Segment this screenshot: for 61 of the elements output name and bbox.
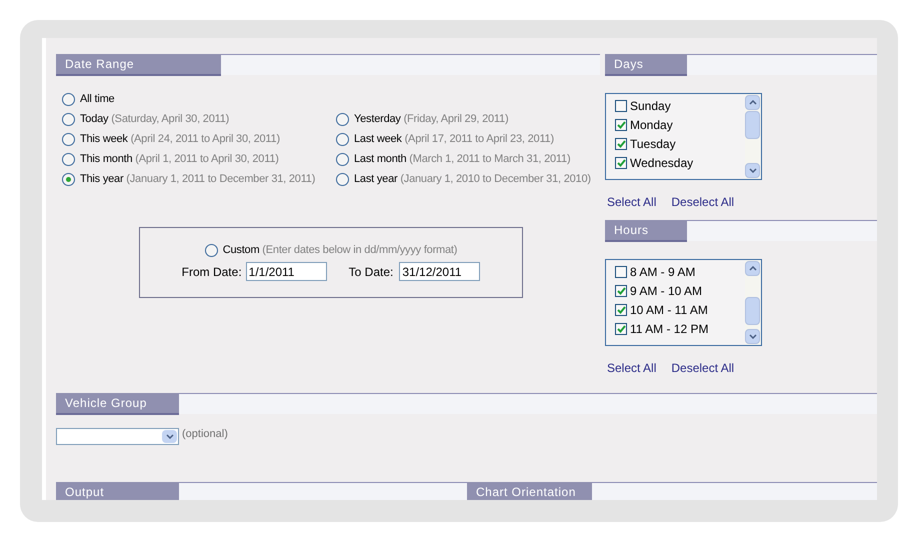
checkbox[interactable] <box>615 156 627 168</box>
checkbox-label: Wednesday <box>630 154 694 172</box>
select-all-link[interactable]: Select All <box>607 193 656 211</box>
option-label: Last week (April 17, 2011 to April 23, 2011) <box>354 132 554 147</box>
radio-button[interactable] <box>336 172 349 186</box>
scroll-down-icon[interactable] <box>745 329 760 344</box>
option-label: This year (January 1, 2011 to December 31, 2011) <box>80 172 316 187</box>
section-header: Days <box>605 54 687 76</box>
to-date-label: To Date: <box>348 264 394 280</box>
option-label: Yesterday (Friday, April 29, 2011) <box>354 112 508 127</box>
section-header: Chart Orientation <box>467 482 592 500</box>
option-label: This month (April 1, 2011 to April 30, 2011) <box>80 152 279 167</box>
radio-button[interactable] <box>62 112 75 126</box>
scroll-thumb[interactable] <box>745 297 760 325</box>
option-label: Custom (Enter dates below in dd/mm/yyyy format) <box>222 242 458 258</box>
deselect-all-link[interactable]: Deselect All <box>671 359 734 377</box>
checkbox-label: Sunday <box>630 98 671 114</box>
select-all-link[interactable]: Select All <box>607 359 656 377</box>
vehicle-group-dropdown[interactable] <box>56 428 179 445</box>
scroll-thumb[interactable] <box>745 111 760 139</box>
checkbox[interactable] <box>615 322 627 334</box>
checkbox-label: 11 AM - 12 PM <box>630 320 708 338</box>
checkbox-label: 8 AM - 9 AM <box>630 264 696 280</box>
option-label: This week (April 24, 2011 to April 30, 2011) <box>80 132 280 147</box>
option-label: Last month (March 1, 2011 to March 31, 2011) <box>354 152 570 167</box>
to-date-field[interactable]: 31/12/2011 <box>399 262 480 281</box>
radio-button[interactable] <box>62 172 75 186</box>
option-label: Today (Saturday, April 30, 2011) <box>80 112 230 127</box>
from-date-label: From Date: <box>182 264 242 280</box>
checkbox[interactable] <box>615 118 627 130</box>
checkbox[interactable] <box>615 100 627 112</box>
from-date-field[interactable]: 1/1/2011 <box>246 262 327 281</box>
checkbox-label: 10 AM - 11 AM <box>630 302 708 318</box>
scroll-down-icon[interactable] <box>745 163 760 178</box>
section-header: Date Range <box>56 54 221 76</box>
optional-note: (optional) <box>182 427 228 442</box>
checkbox[interactable] <box>615 266 627 278</box>
option-label: All time <box>80 92 114 107</box>
checkbox[interactable] <box>615 138 627 150</box>
checkbox[interactable] <box>615 284 627 296</box>
scrollbar[interactable] <box>745 260 761 345</box>
radio-button[interactable] <box>62 152 75 166</box>
scrollbar[interactable] <box>745 94 761 179</box>
radio-button[interactable] <box>336 132 349 146</box>
checkbox-label: 9 AM - 10 AM <box>630 282 702 300</box>
section-header: Output <box>56 482 179 500</box>
radio-button[interactable] <box>336 152 349 166</box>
deselect-all-link[interactable]: Deselect All <box>671 193 734 211</box>
dropdown-caret-icon <box>162 430 177 443</box>
section-header: Hours <box>605 220 687 242</box>
option-label: Last year (January 1, 2010 to December 31, 2010) <box>354 172 591 187</box>
radio-button[interactable] <box>204 244 218 256</box>
scroll-up-icon[interactable] <box>745 95 760 110</box>
scroll-up-icon[interactable] <box>745 261 760 276</box>
checkbox-label: Tuesday <box>630 136 676 152</box>
checkbox-label: Monday <box>630 116 673 134</box>
section-header: Vehicle Group <box>56 393 179 415</box>
radio-button[interactable] <box>62 92 75 106</box>
radio-button[interactable] <box>62 132 75 146</box>
checkbox[interactable] <box>615 304 627 316</box>
radio-button[interactable] <box>336 112 349 126</box>
